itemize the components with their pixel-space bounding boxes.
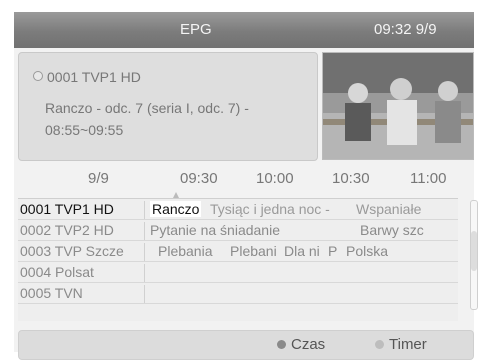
page-title: EPG — [180, 21, 212, 38]
video-preview — [322, 52, 474, 160]
czas-dot-icon — [277, 340, 286, 349]
timeline: 9/9 09:30 10:00 10:30 11:00 — [14, 170, 474, 192]
timer-dot-icon — [375, 340, 384, 349]
info-channel: 0001 TVP1 HD — [33, 69, 141, 85]
czas-button[interactable]: Czas — [277, 336, 325, 353]
program-cell[interactable]: Wspaniałe — [356, 201, 421, 217]
timeline-time-3: 11:00 — [410, 170, 447, 187]
channel-name[interactable]: 0004 Polsat — [20, 264, 145, 282]
info-program-time: 08:55~09:55 — [45, 122, 124, 138]
program-cell-selected[interactable]: Ranczo — [150, 201, 202, 217]
program-cell[interactable]: Tysiąc i jedna noc - — [210, 201, 330, 217]
timer-label: Timer — [389, 336, 427, 353]
channel-name[interactable]: 0002 TVP2 HD — [20, 222, 145, 240]
program-cell[interactable]: Barwy szc — [360, 222, 424, 238]
czas-label: Czas — [291, 336, 326, 353]
channel-status-icon — [33, 71, 43, 81]
channel-name[interactable]: 0005 TVN — [20, 285, 145, 303]
channel-row[interactable]: 0005 TVN — [18, 283, 458, 304]
timeline-time-0: 09:30 — [180, 170, 218, 187]
timeline-time-2: 10:30 — [332, 170, 370, 187]
program-cell[interactable]: Polska — [346, 243, 388, 259]
info-program: Ranczo - odc. 7 (seria I, odc. 7) - 08:5… — [45, 97, 315, 141]
program-cell[interactable]: Plebani — [230, 243, 277, 259]
timeline-date: 9/9 — [88, 170, 109, 187]
scrollbar[interactable] — [470, 200, 478, 310]
timer-button[interactable]: Timer — [375, 336, 427, 353]
scrollbar-thumb[interactable] — [471, 231, 477, 271]
channel-row[interactable]: 0003 TVP Szcze Plebania Plebani Dla ni P… — [18, 241, 458, 262]
program-cell[interactable]: Plebania — [158, 243, 213, 259]
channel-name[interactable]: 0001 TVP1 HD — [20, 201, 145, 219]
epg-grid: 0001 TVP1 HD Ranczo Tysiąc i jedna noc -… — [18, 198, 458, 321]
channel-row[interactable]: 0001 TVP1 HD Ranczo Tysiąc i jedna noc -… — [18, 199, 458, 220]
epg-screen: EPG 09:32 9/9 0001 TVP1 HD Ranczo - odc.… — [14, 12, 474, 360]
program-info-panel: 0001 TVP1 HD Ranczo - odc. 7 (seria I, o… — [18, 52, 318, 161]
header-bar: EPG 09:32 9/9 — [14, 12, 474, 48]
info-program-title: Ranczo - odc. 7 (seria I, odc. 7) - — [45, 100, 249, 116]
channel-row[interactable]: 0002 TVP2 HD Pytanie na śniadanie Barwy … — [18, 220, 458, 241]
program-cell[interactable]: P — [328, 243, 337, 259]
channel-name[interactable]: 0003 TVP Szcze — [20, 243, 145, 261]
channel-row[interactable]: 0004 Polsat — [18, 262, 458, 283]
clock: 09:32 9/9 — [374, 21, 437, 38]
footer-bar: Czas Timer — [18, 330, 474, 360]
info-channel-label: 0001 TVP1 HD — [47, 69, 141, 85]
program-cell[interactable]: Pytanie na śniadanie — [150, 222, 280, 238]
timeline-time-1: 10:00 — [256, 170, 294, 187]
program-cell[interactable]: Dla ni — [284, 243, 320, 259]
